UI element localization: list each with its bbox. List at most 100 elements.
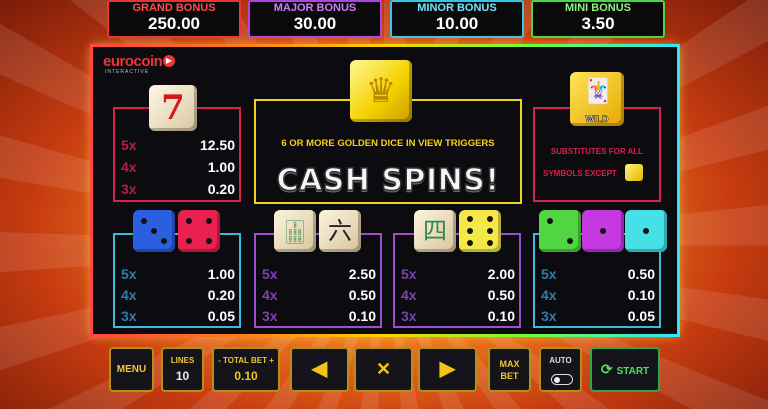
paytable-row: 5x 12.50 xyxy=(121,137,235,155)
multiplier: 5x xyxy=(121,266,137,282)
payout: 0.05 xyxy=(627,308,655,324)
multiplier: 4x xyxy=(541,287,557,303)
major-bonus-jackpot: MAJOR BONUS 30.00 xyxy=(248,0,382,38)
paytable-row: 3x 0.10 xyxy=(262,308,376,326)
payout: 0.10 xyxy=(627,287,655,303)
seven-die-icon: 7 xyxy=(149,85,197,131)
logo-subtitle: INTERACTIVE xyxy=(105,69,150,75)
major-bonus-value: 30.00 xyxy=(293,14,337,33)
payout: 0.50 xyxy=(627,266,655,282)
paytable-row: 4x 0.50 xyxy=(401,287,515,305)
payout: 0.05 xyxy=(207,308,235,324)
lines-button[interactable]: LINES 10 xyxy=(161,347,204,392)
mini-bonus-label: MINI BONUS xyxy=(565,2,631,14)
golden-crown-die-icon: ♛ xyxy=(350,60,412,122)
paytable-row: 4x 0.20 xyxy=(121,287,235,305)
payout: 0.20 xyxy=(207,181,235,197)
golden-die-mini-icon xyxy=(625,164,643,181)
grand-bonus-value: 250.00 xyxy=(148,14,200,33)
paytable-row: 5x 0.50 xyxy=(541,266,655,284)
paytable-row: 5x 1.00 xyxy=(121,266,235,284)
total-bet-label: - TOTAL BET + xyxy=(218,356,274,365)
paytable-row: 4x 1.00 xyxy=(121,159,235,177)
wild-label: WILD xyxy=(585,114,609,125)
lines-label: LINES xyxy=(170,356,195,365)
mahjong-six-die-icon: 六 xyxy=(319,210,361,252)
start-label: START xyxy=(616,366,650,377)
logo-play-icon: ▶ xyxy=(163,55,175,67)
autoplay-toggle[interactable]: AUTO xyxy=(539,347,582,392)
multiplier: 3x xyxy=(541,308,557,324)
paytable-mahjong-four: 5x 2.00 4x 0.50 3x 0.10 xyxy=(393,233,521,328)
minor-bonus-value: 10.00 xyxy=(435,14,479,33)
green-die-icon xyxy=(539,210,581,252)
paytable-row: 4x 0.10 xyxy=(541,287,655,305)
multiplier: 4x xyxy=(401,287,417,303)
max-bet-button[interactable]: MAX BET xyxy=(488,347,531,392)
multiplier: 3x xyxy=(401,308,417,324)
multiplier: 4x xyxy=(121,287,137,303)
payout: 0.50 xyxy=(487,287,515,303)
refresh-icon: ⟳ xyxy=(600,361,613,377)
paytable-row: 5x 2.50 xyxy=(262,266,376,284)
eurocoin-logo: eurocoin xyxy=(103,53,163,70)
paytable-row: 3x 0.20 xyxy=(121,181,235,199)
multiplier: 3x xyxy=(121,181,137,197)
payout: 1.00 xyxy=(207,266,235,282)
payout: 0.10 xyxy=(348,308,376,324)
blue-die-icon xyxy=(133,210,175,252)
max-bet-label-1: MAX xyxy=(499,359,520,369)
paytable-row: 3x 0.05 xyxy=(121,308,235,326)
wild-jester-die-icon: 🃏 WILD xyxy=(570,72,624,126)
multiplier: 4x xyxy=(262,287,278,303)
multiplier: 3x xyxy=(121,308,137,324)
lines-value: 10 xyxy=(175,369,190,383)
paytable-row: 5x 2.00 xyxy=(401,266,515,284)
jester-icon: 🃏 xyxy=(583,78,613,105)
multiplier: 5x xyxy=(262,266,278,282)
payout: 0.50 xyxy=(348,287,376,303)
payout: 12.50 xyxy=(199,137,235,153)
total-bet-control[interactable]: - TOTAL BET + 0.10 xyxy=(212,347,280,392)
max-bet-label-2: BET xyxy=(500,371,519,381)
purple-die-icon xyxy=(582,210,624,252)
payout: 2.50 xyxy=(348,266,376,282)
auto-label: AUTO xyxy=(549,356,572,365)
paytable-row: 4x 0.50 xyxy=(262,287,376,305)
major-bonus-label: MAJOR BONUS xyxy=(273,2,357,14)
mini-bonus-jackpot: MINI BONUS 3.50 xyxy=(531,0,665,38)
paytable-row: 3x 0.10 xyxy=(401,308,515,326)
minor-bonus-jackpot: MINOR BONUS 10.00 xyxy=(390,0,524,38)
mahjong-bamboo-die-icon: 🀖 xyxy=(274,210,316,252)
toggle-switch-icon xyxy=(551,374,573,385)
cyan-die-icon xyxy=(625,210,667,252)
trigger-description: 6 OR MORE GOLDEN DICE IN VIEW TRIGGERS xyxy=(281,138,495,149)
total-bet-value: 0.10 xyxy=(234,369,258,383)
payout: 2.00 xyxy=(487,266,515,282)
paytable-row: 3x 0.05 xyxy=(541,308,655,326)
multiplier: 4x xyxy=(121,159,137,175)
next-page-button[interactable]: ▶ xyxy=(418,347,477,392)
multiplier: 5x xyxy=(121,137,137,153)
close-paytable-button[interactable]: ✕ xyxy=(354,347,413,392)
minor-bonus-label: MINOR BONUS xyxy=(417,2,497,14)
multiplier: 5x xyxy=(541,266,557,282)
red-die-icon xyxy=(178,210,220,252)
payout: 0.10 xyxy=(487,308,515,324)
start-button[interactable]: ⟳ START xyxy=(590,347,660,392)
cash-spins-title: CASH SPINS! xyxy=(276,162,500,199)
payout: 0.20 xyxy=(207,287,235,303)
multiplier: 5x xyxy=(401,266,417,282)
payout: 1.00 xyxy=(207,159,235,175)
wild-except-text: SYMBOLS EXCEPT xyxy=(543,169,617,178)
paytable-panel: eurocoin ▶ INTERACTIVE 5x 12.50 4x 1.00 … xyxy=(90,44,680,337)
mini-bonus-value: 3.50 xyxy=(581,14,615,33)
multiplier: 3x xyxy=(262,308,278,324)
grand-bonus-jackpot: GRAND BONUS 250.00 xyxy=(107,0,241,38)
grand-bonus-label: GRAND BONUS xyxy=(132,2,216,14)
mahjong-four-die-icon: 四 xyxy=(414,210,456,252)
wild-substitutes-text: SUBSTITUTES FOR ALL xyxy=(550,147,644,156)
previous-page-button[interactable]: ◀ xyxy=(290,347,349,392)
menu-button[interactable]: MENU xyxy=(109,347,154,392)
yellow-die-icon xyxy=(459,210,501,252)
